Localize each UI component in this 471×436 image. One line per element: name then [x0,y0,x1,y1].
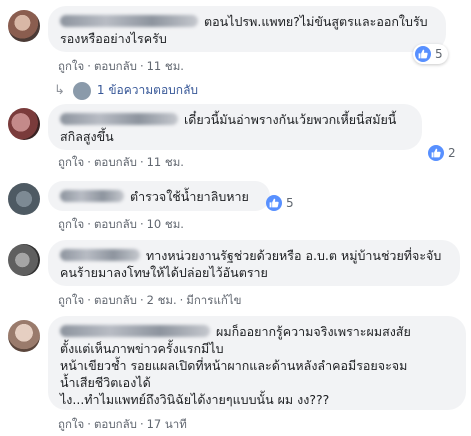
thumbs-up-icon [428,145,444,161]
comment-actions: ถูกใจ · ตอบกลับ · 2 ชม. · มีการแก้ไข [58,293,242,307]
commenter-avatar[interactable] [8,108,40,140]
reaction-count-number: 5 [435,47,443,61]
reply-link[interactable]: ตอบกลับ [94,59,137,73]
like-link[interactable]: ถูกใจ [58,59,84,73]
reaction-count-number: 5 [286,196,294,210]
like-link[interactable]: ถูกใจ [58,155,84,169]
comment-actions: ถูกใจ · ตอบกลับ · 10 ชม. [58,217,184,231]
commenter-name[interactable] [60,249,140,261]
timestamp[interactable]: 2 ชม. [147,293,177,307]
comment-text: ตำรวจใช้น้ำยาลิบหาย [130,189,249,204]
comment-bubble: ตอนไปรพ.แพทย?ไม่ขันสูตรและออกใบรับรองหรื… [48,6,446,52]
commenter-avatar[interactable] [8,183,40,215]
replies-count-label: 1 ข้อความตอบกลับ [96,83,199,97]
reaction-count-number: 2 [448,146,456,160]
commenter-avatar[interactable] [8,10,40,42]
reaction-count[interactable]: 5 [266,193,294,213]
like-link[interactable]: ถูกใจ [58,417,84,431]
comment-bubble: เดี๋ยวนี้มันอ่าพรางกันเว้ยพวกเหี้ยนี่สมั… [48,104,422,150]
commenter-avatar[interactable] [8,244,40,276]
comment-bubble: ตำรวจใช้น้ำยาลิบหาย [48,181,270,211]
comment-bubble: ผมก็ออยากรู้ความจริงเพราะผมสงสัย ตั้งแต่… [48,316,466,410]
commenter-name[interactable] [60,113,178,125]
like-link[interactable]: ถูกใจ [58,293,84,307]
timestamp[interactable]: 11 ชม. [147,59,184,73]
timestamp[interactable]: 11 ชม. [147,155,184,169]
comment-bubble: ทางหน่วยงานรัฐช่วยด้วยหรือ อ.บ.ต หมู่บ้า… [48,240,460,286]
reply-link[interactable]: ตอบกลับ [94,293,137,307]
reaction-count[interactable]: 5 [413,44,448,64]
comment-actions: ถูกใจ · ตอบกลับ · 11 ชม. [58,155,184,169]
commenter-name[interactable] [60,190,124,202]
timestamp[interactable]: 17 นาที [147,417,187,431]
reply-link[interactable]: ตอบกลับ [94,417,137,431]
reply-arrow-icon: ↳ [54,83,65,98]
thumbs-up-icon [266,195,282,211]
edited-label[interactable]: มีการแก้ไข [186,293,241,307]
commenter-name[interactable] [60,15,198,27]
thumbs-up-icon [415,46,431,62]
reply-avatar [72,81,91,100]
reply-link[interactable]: ตอบกลับ [94,217,137,231]
comment-actions: ถูกใจ · ตอบกลับ · 11 ชม. [58,59,184,73]
comment-actions: ถูกใจ · ตอบกลับ · 17 นาที [58,417,187,431]
reply-link[interactable]: ตอบกลับ [94,155,137,169]
reaction-count[interactable]: 2 [428,143,456,163]
view-replies-link[interactable]: ↳ 1 ข้อความตอบกลับ [54,81,198,100]
timestamp[interactable]: 10 ชม. [147,217,184,231]
commenter-avatar[interactable] [8,320,40,352]
like-link[interactable]: ถูกใจ [58,217,84,231]
commenter-name[interactable] [60,325,210,337]
